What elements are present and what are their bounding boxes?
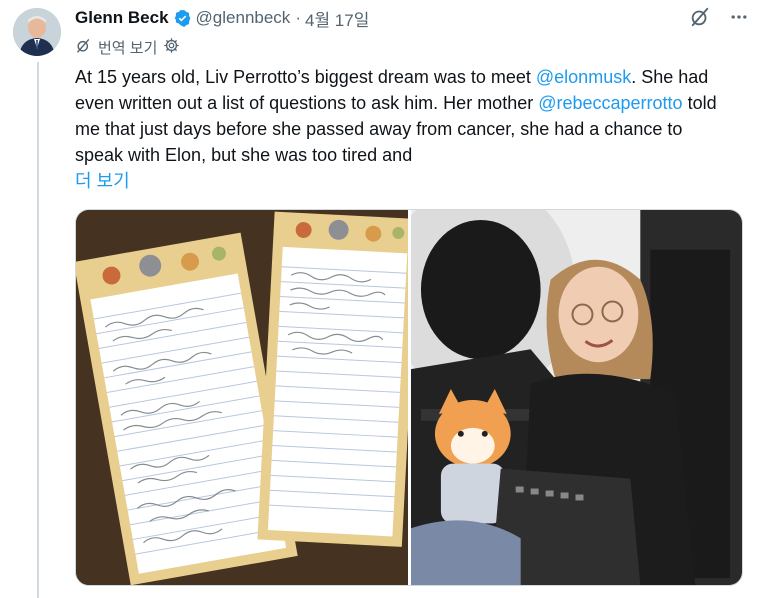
gear-icon[interactable] [163,37,180,58]
more-icon[interactable] [729,7,749,27]
mention-rebeccaperrotto[interactable]: @rebeccaperrotto [538,93,682,113]
media-grid [75,209,743,586]
photo-girl-in-spacecraft-seat[interactable] [411,210,742,585]
avatar[interactable] [13,8,61,56]
photo-handwritten-lists[interactable] [76,210,408,585]
mention-elonmusk[interactable]: @elonmusk [536,67,631,87]
tweet-text-part-1: At 15 years old, Liv Perrotto’s biggest … [75,67,536,87]
tweet-date[interactable]: 4월 17일 [305,6,369,31]
separator-dot: · [295,8,301,27]
author-name[interactable]: Glenn Beck [75,8,169,28]
translate-icon [75,37,92,58]
tweet-text: At 15 years old, Liv Perrotto’s biggest … [75,64,735,194]
verified-badge-icon [173,9,192,28]
author-handle[interactable]: @glennbeck [196,8,291,28]
grok-icon[interactable] [689,6,711,28]
header-actions [689,6,749,28]
translate-row: 번역 보기 [75,37,180,58]
tweet-header: Glenn Beck @glennbeck · 4월 17일 [75,6,749,30]
show-more-link[interactable]: 더 보기 [75,171,130,191]
thread-line [37,62,39,598]
translate-link[interactable]: 번역 보기 [98,37,157,58]
